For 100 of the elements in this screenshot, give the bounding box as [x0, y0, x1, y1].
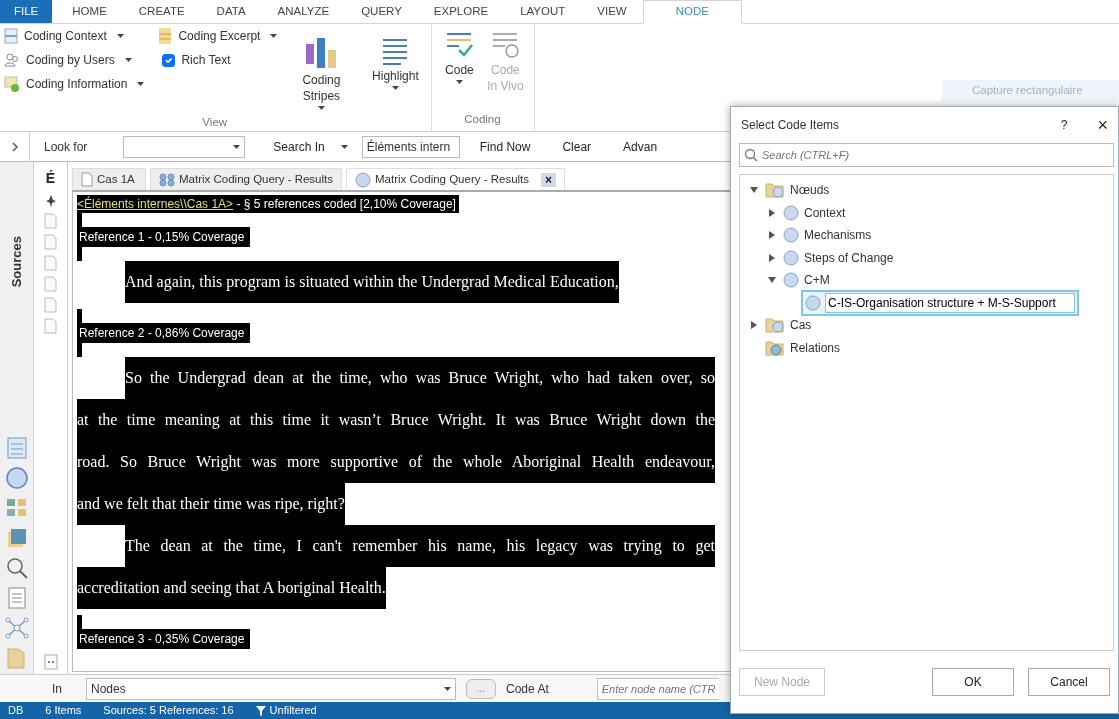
tree-item[interactable]: Relations — [790, 338, 841, 357]
dialog-button[interactable]: OK — [932, 668, 1014, 696]
tree-item[interactable]: Context — [804, 203, 846, 222]
field-label: In — [52, 680, 62, 698]
collapsed-arrow-icon[interactable] — [769, 231, 775, 240]
document-icon — [81, 172, 93, 187]
document-icon[interactable] — [44, 255, 57, 271]
document-icon[interactable] — [44, 297, 57, 313]
find-bar-button[interactable]: Advan — [623, 137, 658, 156]
tree-item[interactable]: Mechanisms — [804, 226, 872, 245]
stripes-icon — [304, 36, 339, 70]
document-icon[interactable] — [44, 234, 57, 250]
caret-icon — [444, 686, 451, 691]
close-button[interactable]: × — [541, 172, 557, 187]
document-tab[interactable]: Matrix Coding Query - Results × — [346, 168, 566, 190]
ribbon-tab[interactable]: CREATE — [122, 0, 201, 23]
info-icon — [4, 76, 20, 92]
ribbon-tab[interactable]: VIEW — [581, 0, 643, 23]
ribbon-tab[interactable]: NODE — [642, 0, 742, 24]
ribbon-button[interactable]: Coding Stripes — [291, 26, 352, 115]
relations-icon — [765, 338, 785, 357]
node-icon — [805, 294, 821, 311]
node-icon — [783, 272, 799, 289]
nodes-combo[interactable]: Nodes — [86, 677, 456, 700]
status-text: Sources: 5 References: 16 — [103, 703, 234, 719]
tab-label: Matrix Coding Query - Results — [179, 171, 334, 187]
caret-icon — [116, 34, 124, 38]
coding-mark — [77, 343, 82, 357]
tab-label: Cas 1A — [97, 171, 135, 187]
matrix-icon — [159, 172, 175, 187]
ribbon-tab[interactable]: HOME — [56, 0, 123, 23]
column-header: É — [45, 169, 56, 188]
collapsed-arrow-icon[interactable] — [769, 253, 775, 262]
status-text: 6 Items — [45, 703, 82, 719]
excerpt-icon — [158, 27, 173, 45]
document-icon — [4, 28, 18, 44]
tree-item[interactable]: Nœuds — [790, 181, 830, 200]
checkbox[interactable] — [162, 53, 176, 67]
dialog-title: Select Code Items — [741, 117, 840, 134]
list-icon[interactable] — [4, 436, 29, 460]
caret-icon — [455, 80, 463, 85]
ribbon-tab[interactable]: ANALYZE — [261, 0, 346, 23]
ribbon-tab[interactable]: QUERY — [345, 0, 418, 23]
tree-item[interactable]: Steps of Change — [804, 248, 894, 267]
network-icon[interactable] — [4, 616, 29, 640]
find-bar-button[interactable]: Find Now — [479, 137, 531, 156]
folder-icon — [765, 316, 785, 335]
reference-label: Reference 1 - 0,15% Coverage — [77, 227, 251, 247]
ribbon-button[interactable]: Coding by Users — [4, 50, 145, 70]
invivo-icon — [491, 30, 520, 60]
search-in-field[interactable]: Éléments intern — [361, 135, 460, 158]
source-link[interactable]: <Éléments internes\\Cas 1A> — [77, 197, 234, 211]
search-icon — [744, 148, 758, 162]
search-in-dropdown[interactable]: Search In — [273, 137, 348, 156]
rename-field[interactable]: C-IS-Organisation structure + M-S-Support — [825, 292, 1075, 313]
capture-hint: Capture rectangulaire — [942, 80, 1119, 102]
node-icon — [783, 227, 799, 244]
document-tab[interactable]: Matrix Coding Query - Results — [150, 168, 343, 190]
coding-mark — [77, 247, 82, 261]
document-tab[interactable]: Cas 1A — [72, 168, 146, 190]
status-text: Unfiltered — [269, 703, 317, 719]
circle-icon[interactable] — [4, 466, 29, 490]
filter-icon — [255, 705, 266, 716]
field-label: Code At — [506, 680, 549, 698]
ribbon-button[interactable]: Code — [436, 26, 483, 111]
dialog-button[interactable]: Cancel — [1028, 668, 1110, 696]
document-icon[interactable] — [44, 318, 57, 334]
node-icon — [783, 204, 799, 221]
expanded-arrow-icon[interactable] — [750, 187, 758, 194]
reference-label: Reference 2 - 0,86% Coverage — [77, 323, 251, 343]
tree-item[interactable]: Cas — [790, 316, 812, 335]
sidebar-label[interactable]: Sources — [6, 236, 27, 288]
ribbon-button[interactable]: Highlight — [365, 26, 426, 115]
ribbon-button[interactable]: Coding Information — [4, 74, 145, 94]
tree-item[interactable]: C+M — [804, 271, 830, 290]
field-label: Look for — [44, 138, 88, 156]
collapsed-arrow-icon[interactable] — [751, 321, 757, 330]
collapsed-arrow-icon[interactable] — [769, 208, 775, 217]
ribbon-tab[interactable]: DATA — [200, 0, 262, 23]
help-button[interactable]: ? — [1060, 116, 1068, 134]
node-icon — [355, 171, 372, 188]
caret-icon — [124, 58, 132, 62]
ribbon-tab[interactable]: EXPLORE — [417, 0, 505, 23]
caret-icon — [233, 144, 241, 149]
file-menu-tab[interactable]: FILE — [0, 0, 53, 23]
search-field[interactable]: Search (CTRL+F) — [739, 143, 1114, 167]
ribbon-button[interactable]: Coding Context — [4, 26, 145, 46]
ribbon-tab[interactable]: LAYOUT — [504, 0, 582, 23]
expanded-arrow-icon[interactable] — [768, 277, 776, 284]
find-bar-button[interactable]: Clear — [562, 137, 592, 156]
splitter-icon[interactable] — [43, 654, 58, 670]
document-icon[interactable] — [44, 213, 57, 229]
search-icon[interactable] — [4, 556, 29, 580]
look-for-combo[interactable] — [123, 135, 246, 158]
pin-icon — [44, 194, 57, 208]
close-button[interactable]: × — [1097, 116, 1108, 134]
coding-mark — [77, 309, 82, 323]
ribbon-button[interactable]: Coding Excerpt — [158, 26, 278, 46]
node-name-field[interactable]: Enter node name (CTR — [596, 677, 719, 700]
document-icon[interactable] — [44, 276, 57, 292]
